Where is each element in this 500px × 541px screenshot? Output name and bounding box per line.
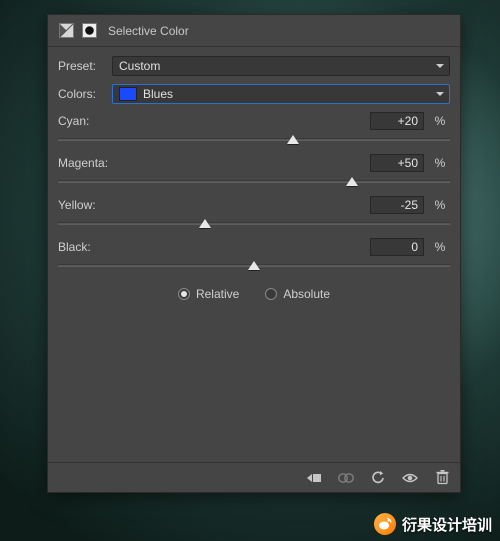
adjustment-layer-icon [58, 23, 74, 39]
colors-label: Colors: [58, 87, 106, 101]
watermark: 衍果设计培训 [374, 513, 492, 535]
slider-thumb[interactable] [287, 135, 299, 144]
reset-icon[interactable] [370, 470, 386, 486]
percent-label: % [430, 114, 450, 128]
chevron-down-icon [436, 64, 444, 68]
mode-radios: Relative Absolute [58, 287, 450, 301]
slider-cyan: Cyan:+20% [58, 111, 450, 147]
percent-label: % [430, 198, 450, 212]
slider-track[interactable] [58, 259, 450, 273]
slider-magenta: Magenta:+50% [58, 153, 450, 189]
slider-value-input[interactable]: +20 [370, 112, 424, 130]
slider-thumb[interactable] [199, 219, 211, 228]
slider-track[interactable] [58, 217, 450, 231]
chevron-down-icon [436, 92, 444, 96]
radio-absolute-label: Absolute [283, 287, 330, 301]
colors-value: Blues [143, 87, 173, 101]
trash-icon[interactable] [434, 470, 450, 486]
panel-body: Preset: Custom Colors: Blues Cyan:+20%Ma… [48, 47, 460, 462]
slider-thumb[interactable] [248, 261, 260, 270]
colors-row: Colors: Blues [58, 83, 450, 105]
view-previous-icon[interactable] [338, 470, 354, 486]
preset-label: Preset: [58, 59, 106, 73]
clip-to-layer-icon[interactable] [306, 470, 322, 486]
mask-icon [81, 23, 97, 39]
slider-label: Cyan: [58, 114, 370, 128]
radio-relative[interactable]: Relative [178, 287, 239, 301]
slider-label: Magenta: [58, 156, 370, 170]
preset-row: Preset: Custom [58, 55, 450, 77]
slider-yellow: Yellow:-25% [58, 195, 450, 231]
slider-value-input[interactable]: +50 [370, 154, 424, 172]
radio-relative-label: Relative [196, 287, 239, 301]
color-swatch [119, 87, 137, 101]
weibo-icon [374, 513, 396, 535]
slider-value-input[interactable]: -25 [370, 196, 424, 214]
radio-dot-icon [265, 288, 277, 300]
slider-label: Black: [58, 240, 370, 254]
watermark-text: 衍果设计培训 [402, 514, 492, 535]
preset-value: Custom [119, 59, 160, 73]
slider-label: Yellow: [58, 198, 370, 212]
percent-label: % [430, 240, 450, 254]
panel-header: Selective Color [48, 15, 460, 47]
slider-black: Black:0% [58, 237, 450, 273]
panel-title: Selective Color [108, 24, 189, 38]
slider-thumb[interactable] [346, 177, 358, 186]
selective-color-panel: Selective Color Preset: Custom Colors: B… [47, 14, 461, 493]
radio-absolute[interactable]: Absolute [265, 287, 330, 301]
radio-dot-icon [178, 288, 190, 300]
colors-dropdown[interactable]: Blues [112, 84, 450, 104]
slider-value-input[interactable]: 0 [370, 238, 424, 256]
preset-dropdown[interactable]: Custom [112, 56, 450, 76]
slider-track[interactable] [58, 175, 450, 189]
slider-track[interactable] [58, 133, 450, 147]
visibility-icon[interactable] [402, 470, 418, 486]
percent-label: % [430, 156, 450, 170]
panel-footer [48, 462, 460, 492]
